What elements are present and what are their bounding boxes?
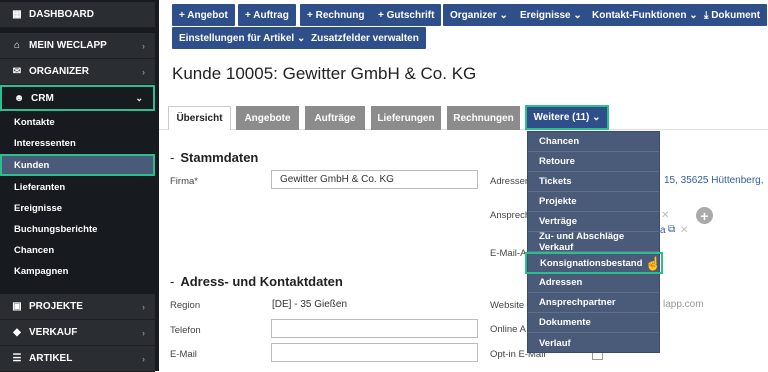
firma-field[interactable]: Gewitter GmbH & Co. KG	[271, 170, 478, 189]
sidebar-subitem-buchungsberichte[interactable]: Buchungsberichte	[0, 219, 155, 240]
sidebar-item-label: CRM	[31, 92, 54, 104]
inbox-icon: ✉	[12, 66, 22, 77]
telefon-field[interactable]	[271, 319, 478, 338]
remove-icon[interactable]: ✕	[661, 210, 669, 221]
chevron-right-icon: ›	[142, 301, 145, 312]
chevron-right-icon: ›	[142, 66, 145, 77]
organizer-dropdown-button[interactable]: Organizer ⌄	[443, 4, 515, 26]
sidebar-item-organizer[interactable]: ✉ ORGANIZER ›	[0, 59, 155, 85]
sidebar-subitem-lieferanten[interactable]: Lieferanten	[0, 177, 155, 198]
sidebar-item-dashboard[interactable]: ▦ DASHBOARD	[0, 2, 155, 28]
menu-item-ansprechpartner[interactable]: Ansprechpartner	[528, 293, 659, 313]
sidebar-item-projekte[interactable]: ▣ PROJEKTE ›	[0, 294, 155, 320]
list-icon: ☰	[12, 353, 22, 364]
chevron-right-icon: ›	[142, 327, 145, 338]
tab-uebersicht[interactable]: Übersicht	[168, 106, 231, 130]
menu-item-retoure[interactable]: Retoure	[528, 152, 659, 172]
ansprechpartner-label: Ansprech	[490, 210, 531, 221]
sidebar-subitem-interessenten[interactable]: Interessenten	[0, 133, 155, 154]
sidebar-item-label: ORGANIZER	[29, 66, 89, 77]
website-label: Website	[490, 300, 525, 311]
remove-icon[interactable]: ✕	[680, 225, 688, 236]
telefon-label: Telefon	[170, 325, 201, 336]
zusatzfelder-verwalten-button[interactable]: Zusatzfelder verwalten	[304, 27, 426, 49]
region-value: [DE] - 35 Gießen	[272, 299, 348, 310]
sidebar-subitem-kunden[interactable]: Kunden	[0, 154, 155, 176]
section-stammdaten[interactable]: - Stammdaten	[170, 150, 258, 165]
chevron-right-icon: ›	[142, 353, 145, 364]
sidebar-subitem-kontakte[interactable]: Kontakte	[0, 112, 155, 133]
kontakt-funktionen-dropdown-button[interactable]: Kontakt-Funktionen ⌄	[585, 4, 705, 26]
email-field[interactable]	[271, 343, 478, 362]
sidebar-item-artikel[interactable]: ☰ ARTIKEL ›	[0, 346, 155, 372]
add-circle-icon[interactable]: +	[696, 207, 713, 224]
sidebar-item-label: PROJEKTE	[29, 301, 83, 312]
tab-rechnungen[interactable]: Rechnungen	[447, 106, 520, 130]
menu-item-adressen[interactable]: Adressen	[528, 273, 659, 293]
collapse-icon: -	[170, 150, 175, 165]
collapse-icon: -	[170, 274, 175, 289]
online-account-label: Online A	[490, 324, 526, 335]
section-adress-kontaktdaten[interactable]: - Adress- und Kontaktdaten	[170, 274, 343, 289]
adresse-link[interactable]: 15, 35625 Hüttenberg,	[664, 175, 764, 186]
home-icon: ⌂	[13, 40, 21, 51]
sidebar-item-crm[interactable]: ☻ CRM ⌄	[0, 85, 155, 111]
add-angebot-button[interactable]: + Angebot	[172, 4, 235, 26]
sidebar-subitem-kampagnen[interactable]: Kampagnen	[0, 261, 155, 282]
weitere-dropdown-menu: Chancen Retoure Tickets Projekte Verträg…	[525, 131, 663, 353]
email-label: E-Mail	[170, 349, 197, 360]
menu-item-zu-abschlaege-verkauf[interactable]: Zu- und Abschläge Verkauf	[528, 231, 659, 253]
menu-item-tickets[interactable]: Tickets	[528, 172, 659, 192]
section-title: Stammdaten	[180, 150, 259, 165]
dashboard-icon: ▦	[12, 9, 22, 20]
add-gutschrift-button[interactable]: + Gutschrift	[371, 4, 442, 26]
sidebar-subitem-ereignisse[interactable]: Ereignisse	[0, 198, 155, 219]
section-title: Adress- und Kontaktdaten	[180, 274, 343, 289]
menu-item-verlauf[interactable]: Verlauf	[528, 333, 659, 353]
sidebar-item-label: ARTIKEL	[29, 353, 73, 364]
firma-label: Firma*	[170, 176, 198, 187]
tab-auftraege[interactable]: Aufträge	[305, 106, 365, 130]
chevron-right-icon: ›	[142, 40, 145, 51]
dokument-button[interactable]: ⤓ Dokument	[697, 4, 768, 26]
tag-icon: ◆	[13, 327, 21, 338]
sidebar-item-label: VERKAUF	[29, 327, 78, 338]
external-link-icon[interactable]: ⧉	[668, 224, 675, 235]
tab-weitere[interactable]: Weitere (11) ⌄	[525, 105, 609, 130]
ansprechpartner-link[interactable]: a	[660, 225, 666, 236]
menu-item-chancen[interactable]: Chancen	[528, 132, 659, 152]
add-rechnung-button[interactable]: + Rechnung	[300, 4, 372, 26]
sidebar-item-label: DASHBOARD	[29, 9, 94, 20]
region-label: Region	[170, 300, 201, 311]
menu-item-vertraege[interactable]: Verträge	[528, 212, 659, 232]
website-value: lapp.com	[663, 299, 704, 310]
sidebar-item-mein-weclapp[interactable]: ⌂ MEIN WECLAPP ›	[0, 33, 155, 59]
menu-item-konsignationsbestand[interactable]: Konsignationsbestand	[525, 252, 663, 274]
add-auftrag-button[interactable]: + Auftrag	[238, 4, 296, 26]
page-title: Kunde 10005: Gewitter GmbH & Co. KG	[172, 64, 477, 83]
ereignisse-dropdown-button[interactable]: Ereignisse ⌄	[513, 4, 589, 26]
sidebar-item-label: MEIN WECLAPP	[29, 40, 107, 51]
einstellungen-artikel-dropdown-button[interactable]: Einstellungen für Artikel ⌄	[172, 27, 313, 49]
tab-angebote[interactable]: Angebote	[236, 106, 299, 130]
briefcase-icon: ▣	[12, 301, 22, 312]
tab-lieferungen[interactable]: Lieferungen	[371, 106, 441, 130]
adressen-label: Adressen	[490, 176, 531, 187]
email-address-label: E-Mail-A	[490, 248, 527, 259]
users-icon: ☻	[13, 92, 25, 104]
sidebar-subitem-chancen[interactable]: Chancen	[0, 240, 155, 261]
sidebar: ▦ DASHBOARD ⌂ MEIN WECLAPP › ✉ ORGANIZER…	[0, 0, 159, 372]
hand-cursor-icon: ☝	[645, 256, 662, 271]
menu-item-projekte[interactable]: Projekte	[528, 192, 659, 212]
chevron-down-icon: ⌄	[135, 92, 143, 103]
sidebar-item-verkauf[interactable]: ◆ VERKAUF ›	[0, 320, 155, 346]
menu-item-dokumente[interactable]: Dokumente	[528, 313, 659, 333]
